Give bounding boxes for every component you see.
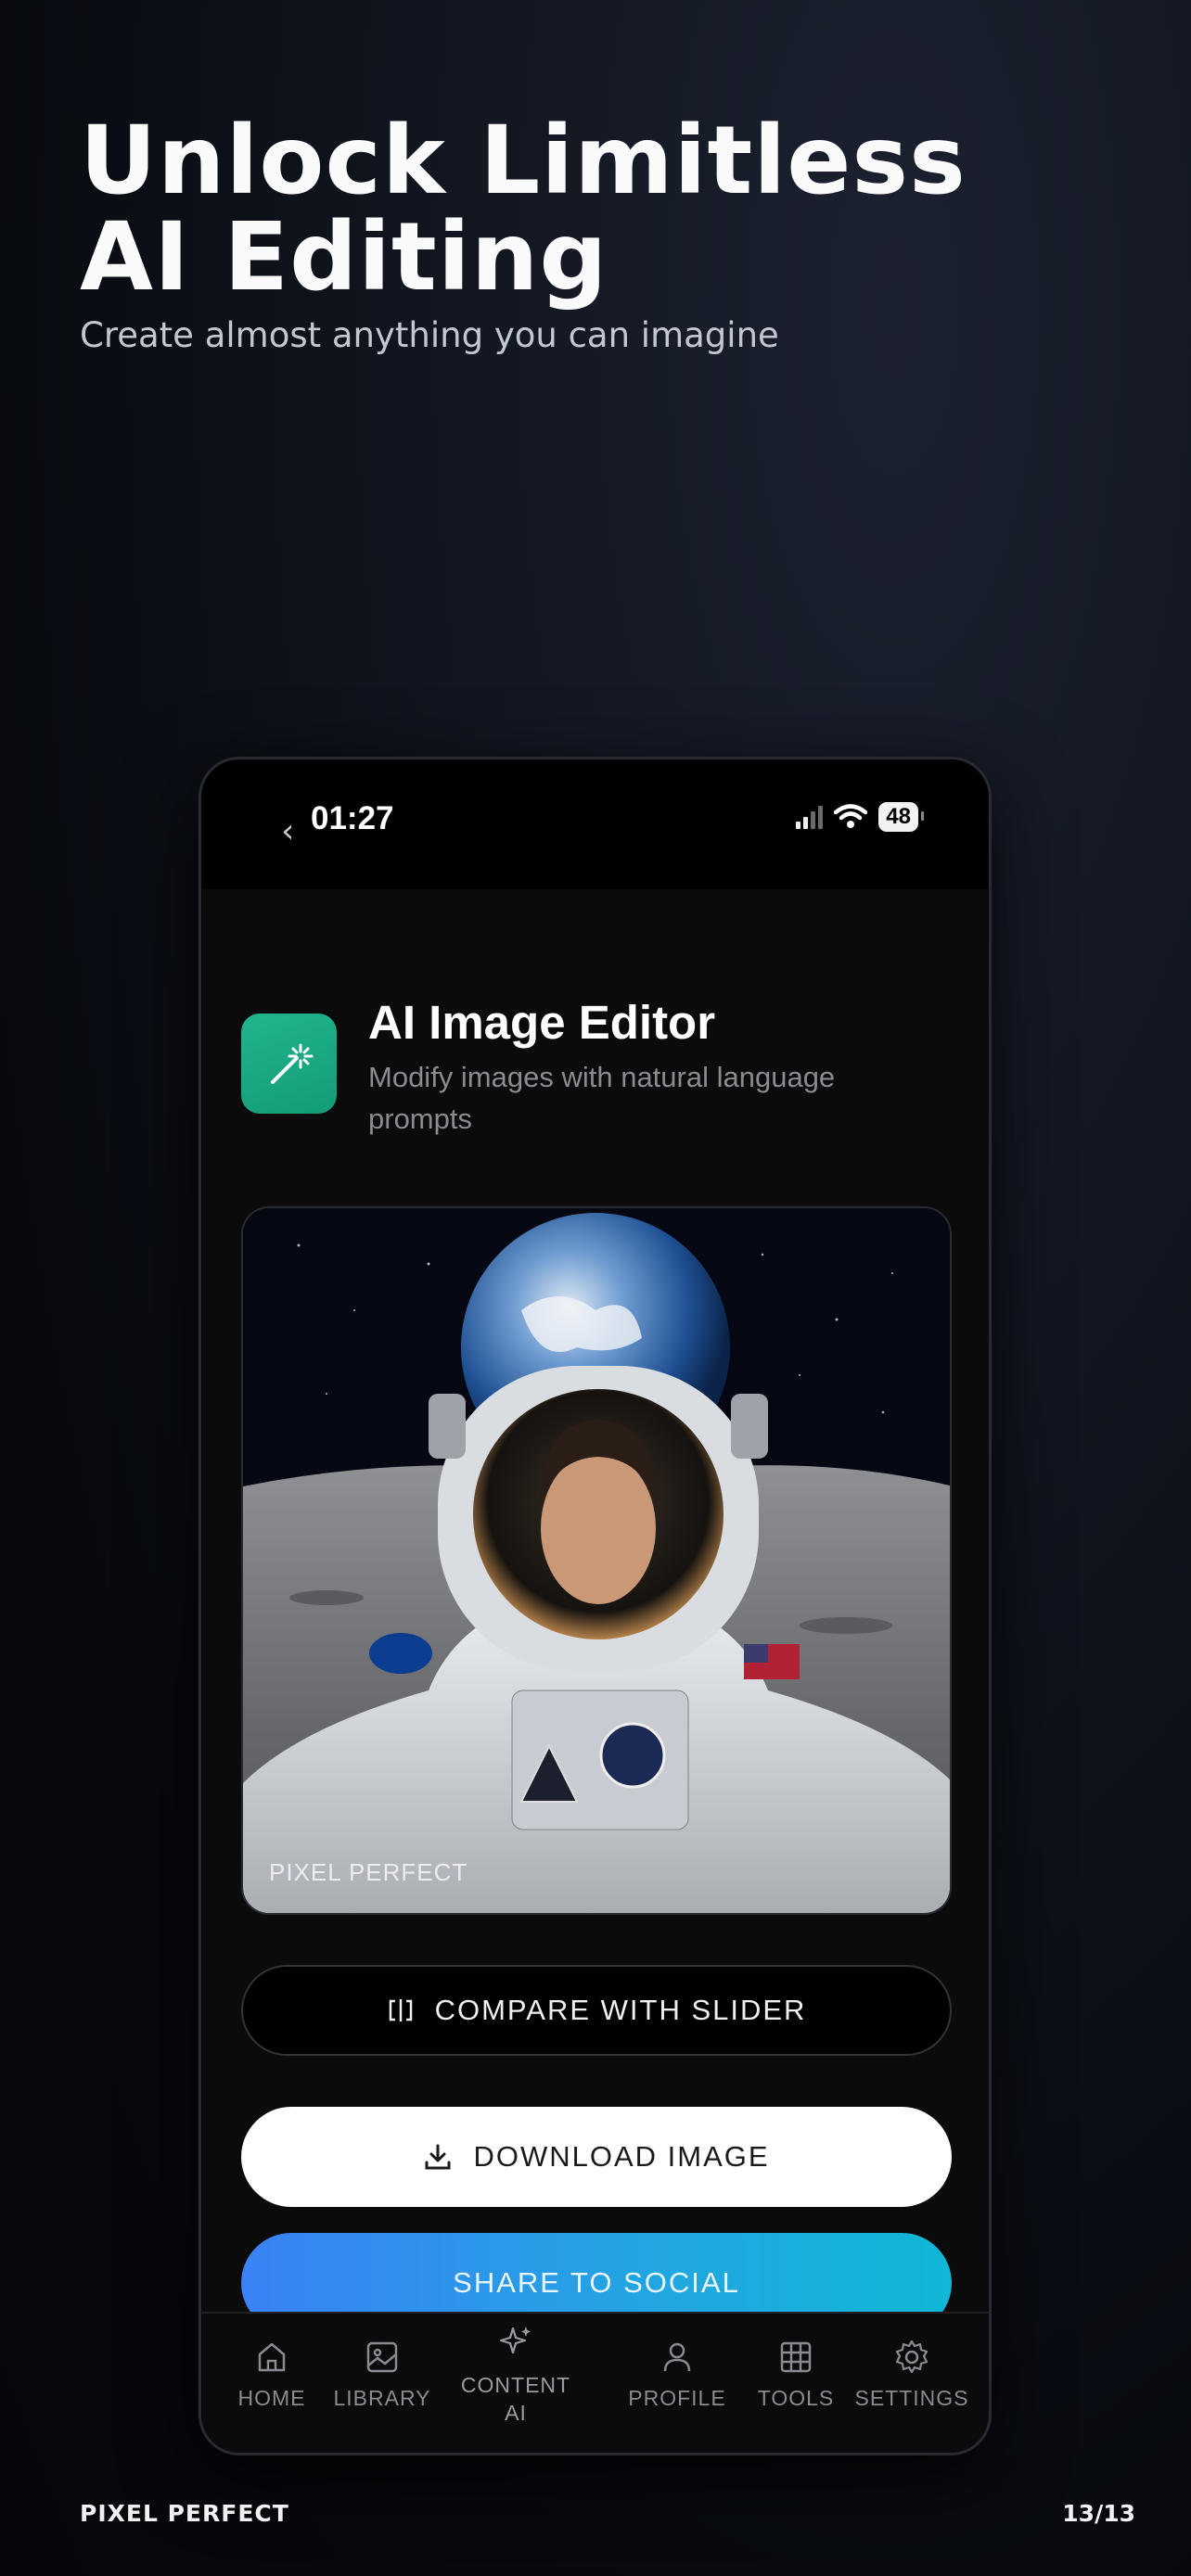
home-icon (258, 2342, 286, 2372)
tab-profile-label: PROFILE (628, 2386, 726, 2410)
app-title: AI Image Editor (368, 996, 716, 1049)
footer-page-counter: 13/13 (1062, 2500, 1135, 2527)
battery-indicator: 48 (878, 802, 924, 832)
tab-tools[interactable]: TOOLS (754, 2338, 838, 2411)
tab-profile[interactable]: PROFILE (626, 2338, 728, 2411)
tab-home[interactable]: HOME (235, 2338, 309, 2411)
headline-line-2: AI Editing (80, 202, 608, 312)
compare-icon (389, 1999, 412, 2021)
promo-subhead: Create almost anything you can imagine (80, 315, 779, 355)
astronaut-image (243, 1208, 950, 1913)
tab-library-label: LIBRARY (333, 2386, 431, 2410)
back-chevron-icon[interactable]: ‹ (281, 815, 294, 848)
headline-line-1: Unlock Limitless (80, 106, 967, 216)
tab-tools-label: TOOLS (757, 2386, 835, 2410)
phone-mockup: ‹ 01:27 48 AI Image Editor Modify images… (198, 757, 992, 2455)
tab-bar: HOME LIBRARY CONTENT AI PROFILE TOOLS SE… (201, 2312, 989, 2453)
tab-content-ai[interactable]: CONTENT AI (457, 2323, 574, 2427)
wifi-icon (834, 804, 868, 828)
gear-icon (895, 2340, 928, 2374)
sparkles-icon (499, 2327, 531, 2354)
user-icon (663, 2342, 691, 2372)
tab-home-label: HOME (237, 2386, 306, 2410)
footer-brand: PIXEL PERFECT (80, 2500, 289, 2527)
download-button-label: DOWNLOAD IMAGE (473, 2140, 770, 2173)
share-button-label: SHARE TO SOCIAL (453, 2266, 740, 2299)
promo-headline: Unlock Limitless AI Editing (80, 113, 1146, 306)
status-bar: ‹ 01:27 48 (201, 759, 989, 889)
tab-content-ai-label: CONTENT AI (460, 2373, 571, 2425)
status-icons: 48 (796, 802, 924, 832)
grid-icon (780, 2341, 812, 2373)
edited-image[interactable]: PIXEL PERFECT (241, 1206, 952, 1915)
status-time: 01:27 (311, 800, 394, 836)
image-watermark: PIXEL PERFECT (269, 1858, 468, 1886)
tab-settings-label: SETTINGS (854, 2386, 969, 2410)
tab-settings[interactable]: SETTINGS (854, 2338, 969, 2411)
compare-slider-button[interactable]: COMPARE WITH SLIDER (241, 1965, 952, 2056)
tab-library[interactable]: LIBRARY (331, 2338, 433, 2411)
download-image-button[interactable]: DOWNLOAD IMAGE (241, 2107, 952, 2207)
signal-icon (796, 805, 824, 829)
image-icon (366, 2341, 398, 2373)
app-description: Modify images with natural language prom… (368, 1061, 836, 1135)
compare-button-label: COMPARE WITH SLIDER (434, 1994, 807, 2026)
magic-wand-icon (241, 1014, 337, 1114)
download-icon (425, 2144, 451, 2170)
